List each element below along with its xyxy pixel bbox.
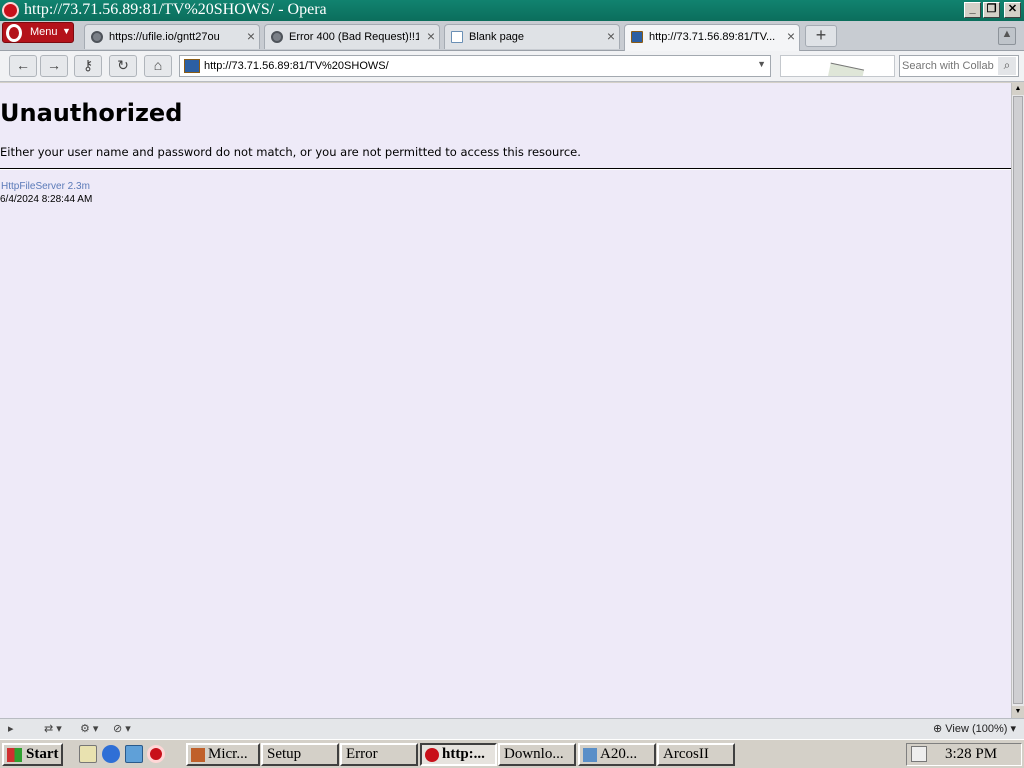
zoom-level[interactable]: ⊕ View (100%) ▾ (933, 722, 1016, 735)
task-label: Downlo... (504, 746, 564, 762)
page-icon (451, 31, 463, 43)
window-title: http://73.71.56.89:81/TV%20SHOWS/ - Oper… (24, 1, 327, 18)
task-label: Micr... (208, 746, 248, 762)
preview-thumbnail (827, 62, 865, 76)
close-tab-icon[interactable]: × (607, 28, 615, 44)
minimize-button[interactable]: _ (964, 2, 981, 18)
search-box[interactable]: ⌕ (899, 55, 1019, 77)
opera-logo-icon (2, 2, 19, 19)
search-icon[interactable]: ⌕ (998, 57, 1016, 75)
globe-icon (91, 31, 103, 43)
home-button[interactable]: ⌂ (144, 55, 172, 77)
opera-icon (425, 748, 439, 762)
app-icon (583, 748, 597, 762)
clock[interactable]: 3:28 PM (945, 746, 997, 763)
task-label: A20... (600, 746, 638, 762)
close-tab-icon[interactable]: × (787, 28, 795, 44)
forward-button[interactable]: → (40, 55, 68, 77)
task-micr[interactable]: Micr... (186, 743, 260, 766)
tab-hfs-tv-shows[interactable]: http://73.71.56.89:81/TV... × (624, 24, 800, 51)
app-icon (191, 748, 205, 762)
search-input[interactable] (902, 58, 998, 74)
start-button[interactable]: Start (2, 743, 63, 766)
task-label: ArcosII (663, 746, 709, 762)
internet-explorer-icon[interactable] (102, 745, 120, 763)
task-label: Error (346, 746, 378, 762)
windows-logo-icon (7, 748, 22, 762)
restore-button[interactable]: ❐ (983, 2, 1000, 18)
divider (0, 168, 1011, 170)
new-tab-button[interactable]: + (805, 25, 837, 47)
tab-label: Error 400 (Bad Request)!!1 (289, 31, 419, 43)
task-setup[interactable]: Setup (261, 743, 339, 766)
block-content-icon[interactable]: ⊘ ▾ (113, 722, 131, 737)
reload-button[interactable]: ↻ (109, 55, 137, 77)
address-url[interactable]: http://73.71.56.89:81/TV%20SHOWS/ (204, 60, 389, 72)
server-link[interactable]: HttpFileServer 2.3m (1, 181, 90, 192)
tab-label: Blank page (469, 31, 525, 43)
opera-logo-icon (6, 24, 22, 42)
task-downloads[interactable]: Downlo... (498, 743, 576, 766)
error-message: Either your user name and password do no… (0, 145, 581, 159)
chevron-down-icon[interactable]: ▼ (757, 59, 766, 69)
task-arcosii[interactable]: ArcosII (657, 743, 735, 766)
opera-icon[interactable] (147, 745, 165, 763)
closed-tabs-icon[interactable]: ▲ (998, 27, 1016, 45)
window-title-bar[interactable]: http://73.71.56.89:81/TV%20SHOWS/ - Oper… (0, 0, 1024, 21)
menu-label: Menu (30, 26, 58, 38)
page-content: Unauthorized Either your user name and p… (0, 83, 1011, 718)
task-label: http:... (442, 746, 485, 762)
vertical-scrollbar[interactable]: ▲ ▼ (1011, 83, 1024, 718)
close-tab-icon[interactable]: × (247, 28, 255, 44)
timestamp: 6/4/2024 8:28:44 AM (0, 194, 93, 205)
scroll-down-icon[interactable]: ▼ (1012, 706, 1024, 718)
turbo-icon[interactable]: ⚙ ▾ (80, 722, 98, 737)
tab-ufile[interactable]: https://ufile.io/gntt27ou × (84, 24, 260, 49)
key-icon[interactable]: ⚷ (74, 55, 102, 77)
sync-icon[interactable]: ⇄ ▾ (44, 722, 62, 737)
address-bar[interactable]: http://73.71.56.89:81/TV%20SHOWS/ ▼ (179, 55, 771, 77)
scroll-up-icon[interactable]: ▲ (1012, 83, 1024, 95)
hfs-icon (184, 59, 200, 73)
tray-app-icon[interactable] (911, 746, 927, 762)
scrollbar-thumb[interactable] (1013, 96, 1023, 704)
page-heading: Unauthorized (0, 99, 183, 127)
chevron-down-icon: ▼ (62, 26, 71, 36)
globe-icon (271, 31, 283, 43)
taskbar: Start Micr... Setup Error http:... Downl… (0, 739, 1024, 768)
speed-dial-preview[interactable] (780, 55, 895, 77)
close-window-button[interactable]: ✕ (1004, 2, 1021, 18)
tab-bar: Menu ▼ https://ufile.io/gntt27ou × Error… (0, 21, 1024, 51)
status-bar: ▸ ⇄ ▾ ⚙ ▾ ⊘ ▾ ⊕ View (100%) ▾ (0, 718, 1024, 739)
task-error[interactable]: Error (340, 743, 418, 766)
zoom-icon: ⊕ (932, 723, 946, 735)
tab-blank-page[interactable]: Blank page × (444, 24, 620, 49)
close-tab-icon[interactable]: × (427, 28, 435, 44)
panel-toggle-icon[interactable]: ▸ (8, 722, 14, 737)
start-label: Start (26, 746, 59, 762)
zoom-label: View (100%) (945, 723, 1008, 735)
task-opera-active[interactable]: http:... (420, 743, 497, 766)
tab-label: http://73.71.56.89:81/TV... (649, 31, 776, 43)
tab-label: https://ufile.io/gntt27ou (109, 31, 220, 43)
navigation-bar: ← → ⚷ ↻ ⌂ http://73.71.56.89:81/TV%20SHO… (0, 51, 1024, 82)
notepad-icon[interactable] (79, 745, 97, 763)
tab-error-400[interactable]: Error 400 (Bad Request)!!1 × (264, 24, 440, 49)
back-button[interactable]: ← (9, 55, 37, 77)
task-label: Setup (267, 746, 302, 762)
network-icon[interactable] (125, 745, 143, 763)
system-tray: 3:28 PM (906, 743, 1022, 766)
task-a20[interactable]: A20... (578, 743, 656, 766)
opera-menu-button[interactable]: Menu ▼ (2, 22, 74, 43)
hfs-icon (631, 31, 643, 43)
